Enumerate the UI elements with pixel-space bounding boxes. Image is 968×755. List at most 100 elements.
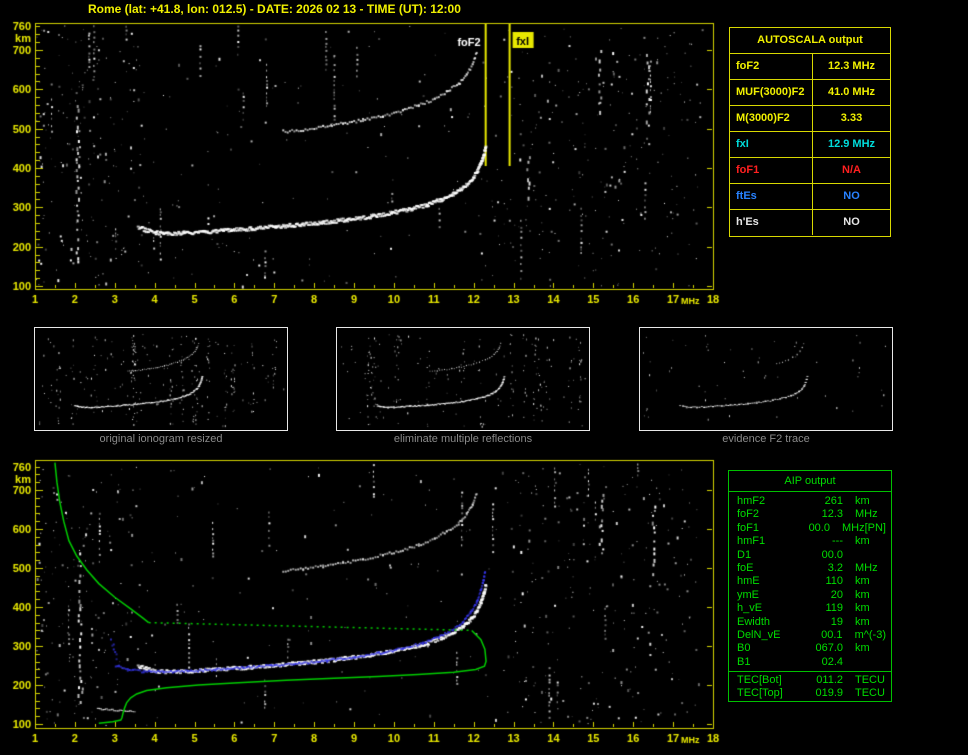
autoscala-table-header: AUTOSCALA output <box>730 28 890 54</box>
parameter-note: [PN] <box>865 522 891 535</box>
parameter-value: 12.3 MHz <box>812 54 890 79</box>
parameter-unit: MHz <box>843 508 878 521</box>
autoscala-table-body: foF2 12.3 MHz MUF(3000)F2 41.0 MHz M(300… <box>730 54 890 235</box>
parameter-note <box>886 687 891 700</box>
aip-table-body: hmF2 261 km foF2 12.3 MHz foF1 00.0 MHz … <box>729 492 891 671</box>
parameter-value: 011.2 <box>801 674 843 687</box>
aip-table-row: ymE 20 km <box>729 589 891 602</box>
parameter-note <box>886 642 891 655</box>
aip-output-table: AIP output hmF2 261 km foF2 12.3 MHz foF… <box>728 470 892 702</box>
aip-table-row: B0 067.0 km <box>729 642 891 655</box>
thumbnail-original-ionogram <box>34 327 288 431</box>
parameter-note <box>886 674 891 687</box>
parameter-label: TEC[Top] <box>729 687 801 700</box>
parameter-unit: km <box>843 616 870 629</box>
parameter-unit: TECU <box>843 674 885 687</box>
parameter-label: h'Es <box>730 210 812 235</box>
parameter-label: M(3000)F2 <box>730 106 812 131</box>
parameter-note <box>886 508 891 521</box>
parameter-unit: km <box>843 642 870 655</box>
thumbnail-caption: eliminate multiple reflections <box>336 433 590 445</box>
autoscala-app: Rome (lat: +41.8, lon: 012.5) - DATE: 20… <box>0 0 968 755</box>
page-title: Rome (lat: +41.8, lon: 012.5) - DATE: 20… <box>88 2 461 16</box>
parameter-note <box>886 616 891 629</box>
aip-table-row: foE 3.2 MHz <box>729 562 891 575</box>
parameter-label: ftEs <box>730 184 812 209</box>
parameter-unit: m^(-3) <box>843 629 886 642</box>
parameter-value: 00.1 <box>801 629 843 642</box>
parameter-unit <box>843 656 855 669</box>
aip-table-row: TEC[Top] 019.9 TECU <box>729 687 891 700</box>
parameter-label: ymE <box>729 589 801 602</box>
parameter-note <box>886 629 891 642</box>
parameter-label: foF1 <box>729 522 793 535</box>
thumbnail-caption: evidence F2 trace <box>639 433 893 445</box>
parameter-value: 019.9 <box>801 687 843 700</box>
parameter-label: B0 <box>729 642 801 655</box>
parameter-unit: km <box>843 535 870 548</box>
aip-table-row: hmF2 261 km <box>729 495 891 508</box>
aip-table-header: AIP output <box>729 471 891 492</box>
aip-table-row: hmF1 --- km <box>729 535 891 548</box>
autoscala-table-row: ftEs NO <box>730 184 890 210</box>
aip-table-row: B1 02.4 <box>729 656 891 669</box>
aip-table-row: Ewidth 19 km <box>729 616 891 629</box>
parameter-note <box>886 535 891 548</box>
parameter-value: 19 <box>801 616 843 629</box>
aip-table-row: hmE 110 km <box>729 575 891 588</box>
parameter-label: Ewidth <box>729 616 801 629</box>
parameter-unit: MHz <box>843 562 878 575</box>
aip-tec-section: TEC[Bot] 011.2 TECU TEC[Top] 019.9 TECU <box>729 671 891 701</box>
parameter-value: 119 <box>801 602 843 615</box>
profile-plot-canvas <box>0 455 725 755</box>
autoscala-table-row: M(3000)F2 3.33 <box>730 106 890 132</box>
parameter-label: D1 <box>729 549 801 562</box>
aip-table-row: D1 00.0 <box>729 549 891 562</box>
parameter-label: hmF1 <box>729 535 801 548</box>
parameter-value: 067.0 <box>801 642 843 655</box>
parameter-label: hmF2 <box>729 495 801 508</box>
parameter-label: hmE <box>729 575 801 588</box>
parameter-value: 110 <box>801 575 843 588</box>
parameter-unit: km <box>843 495 870 508</box>
parameter-note <box>886 549 891 562</box>
parameter-value: 41.0 MHz <box>812 80 890 105</box>
parameter-label: fxI <box>730 132 812 157</box>
thumbnail-f2-trace-evidence <box>639 327 893 431</box>
parameter-value: 12.9 MHz <box>812 132 890 157</box>
parameter-note <box>886 575 891 588</box>
parameter-unit: km <box>843 575 870 588</box>
aip-table-row: TEC[Bot] 011.2 TECU <box>729 674 891 687</box>
parameter-note <box>886 495 891 508</box>
autoscala-table-row: fxI 12.9 MHz <box>730 132 890 158</box>
parameter-label: foF2 <box>730 54 812 79</box>
parameter-unit: TECU <box>843 687 885 700</box>
parameter-label: MUF(3000)F2 <box>730 80 812 105</box>
parameter-label: B1 <box>729 656 801 669</box>
parameter-label: DelN_vE <box>729 629 801 642</box>
thumbnail-multiple-reflections-removed <box>336 327 590 431</box>
parameter-value: 261 <box>801 495 843 508</box>
parameter-label: foF1 <box>730 158 812 183</box>
thumbnail-caption: original ionogram resized <box>34 433 288 445</box>
parameter-note <box>886 562 891 575</box>
parameter-value: NO <box>812 184 890 209</box>
autoscala-table-row: foF1 N/A <box>730 158 890 184</box>
parameter-unit: km <box>843 589 870 602</box>
autoscala-table-row: foF2 12.3 MHz <box>730 54 890 80</box>
parameter-unit <box>843 549 855 562</box>
parameter-value: 3.33 <box>812 106 890 131</box>
aip-table-row: foF2 12.3 MHz <box>729 508 891 521</box>
parameter-label: h_vE <box>729 602 801 615</box>
ionogram-plot-canvas <box>0 16 725 316</box>
autoscala-output-table: AUTOSCALA output foF2 12.3 MHz MUF(3000)… <box>729 27 891 237</box>
parameter-value: N/A <box>812 158 890 183</box>
parameter-note <box>886 589 891 602</box>
parameter-value: NO <box>812 210 890 235</box>
parameter-value: 02.4 <box>801 656 843 669</box>
parameter-unit: km <box>843 602 870 615</box>
aip-table-row: h_vE 119 km <box>729 602 891 615</box>
parameter-label: TEC[Bot] <box>729 674 801 687</box>
parameter-value: 12.3 <box>801 508 843 521</box>
parameter-value: 00.0 <box>793 522 830 535</box>
